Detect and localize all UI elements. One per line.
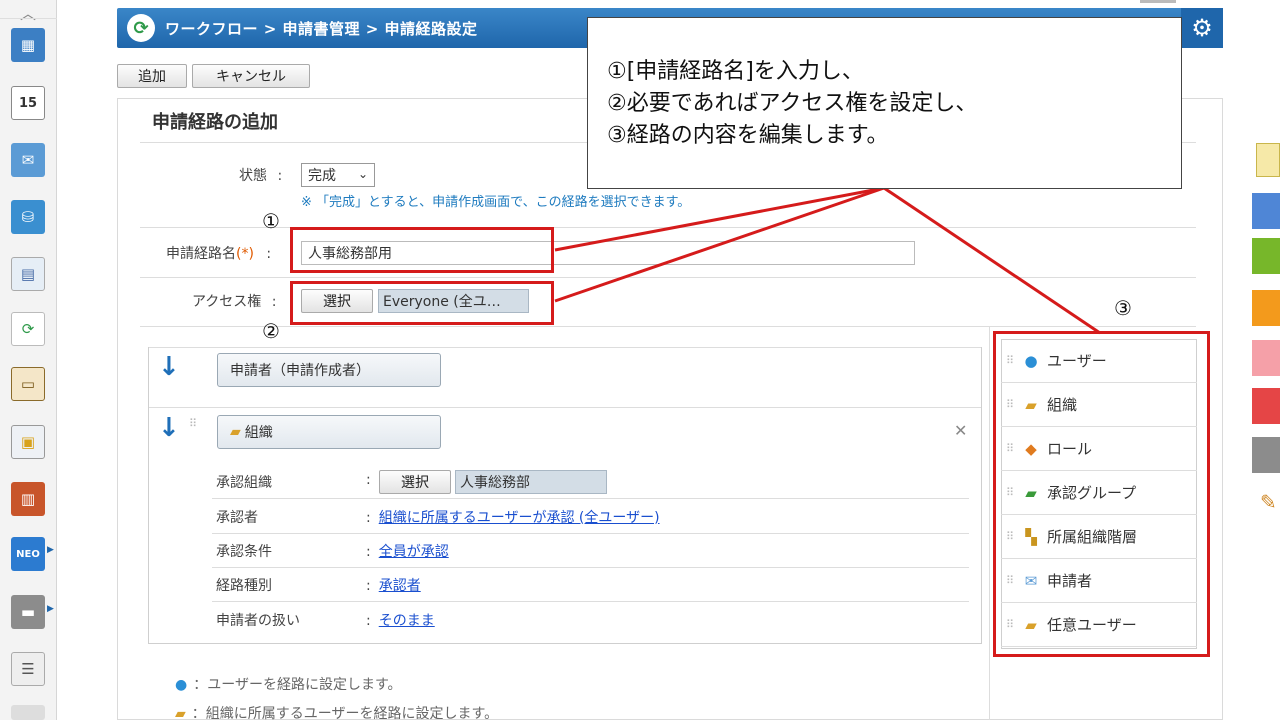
instruction-line-2: ②必要であればアクセス権を設定し、 [607,91,978,116]
highlight-route-name [290,227,554,273]
annotation-number-2: ② [262,319,280,343]
annotation-number-3: ③ [1114,296,1132,320]
highlight-palette [993,331,1210,657]
highlight-access [290,281,554,325]
instruction-line-1: ①[申請経路名]を入力し、 [607,59,864,84]
annotation-number-1: ① [262,209,280,233]
instruction-line-3: ③経路の内容を編集します。 [607,123,889,148]
